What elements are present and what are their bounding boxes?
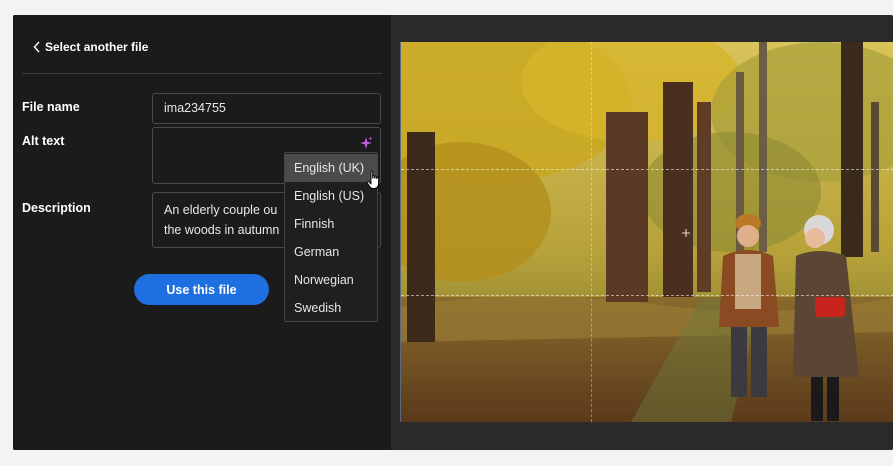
crop-guide-line xyxy=(591,42,592,422)
language-option[interactable]: Swedish xyxy=(285,294,377,322)
language-option[interactable]: English (US) xyxy=(285,182,377,210)
header-divider xyxy=(22,73,382,74)
back-to-file-select-link[interactable]: Select another file xyxy=(32,39,148,55)
file-form-pane: Select another file File name ima234755 … xyxy=(13,15,391,450)
file-name-input[interactable]: ima234755 xyxy=(152,93,381,124)
alt-text-label: Alt text xyxy=(22,134,65,148)
chevron-left-icon xyxy=(33,41,40,53)
description-label: Description xyxy=(22,201,91,215)
crop-guide-line xyxy=(401,169,893,170)
hand-pointer-icon xyxy=(366,170,380,189)
language-option[interactable]: Norwegian xyxy=(285,266,377,294)
image-preview[interactable] xyxy=(400,42,893,422)
image-preview-pane xyxy=(391,15,893,450)
language-option[interactable]: Finnish xyxy=(285,210,377,238)
language-option[interactable]: English (UK) xyxy=(285,154,377,182)
sparkle-icon[interactable] xyxy=(359,136,373,150)
language-option[interactable]: German xyxy=(285,238,377,266)
file-name-label: File name xyxy=(22,100,80,114)
file-details-panel: Select another file File name ima234755 … xyxy=(13,15,893,450)
language-dropdown-menu: English (UK) English (US) Finnish German… xyxy=(284,152,378,322)
crop-guide-line xyxy=(401,295,893,296)
focal-point-icon[interactable] xyxy=(681,228,691,238)
back-link-label: Select another file xyxy=(45,40,149,54)
autumn-forest-photo xyxy=(401,42,893,422)
use-this-file-button[interactable]: Use this file xyxy=(134,274,269,305)
